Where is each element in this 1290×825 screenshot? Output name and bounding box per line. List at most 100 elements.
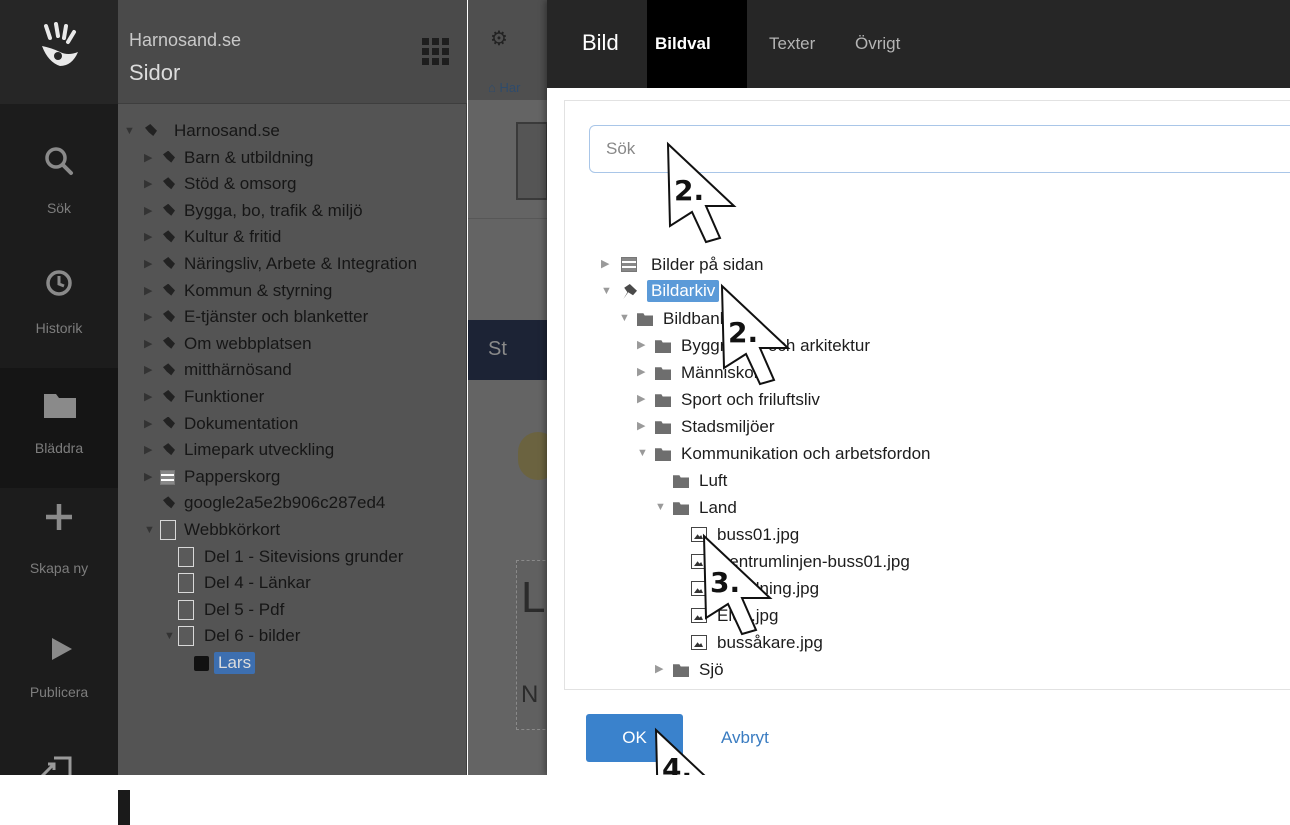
breadcrumb[interactable]: ⌂ Har [488, 80, 520, 95]
tree-item[interactable]: ▶ Sport och friluftsliv [565, 386, 1290, 413]
play-icon [52, 638, 72, 660]
crest-image [516, 122, 548, 200]
image-item[interactable]: buss01.jpg [565, 521, 1290, 548]
tree-item[interactable]: ▶ Bygga, bo, trafik & miljö [118, 198, 467, 225]
tree-item[interactable]: google2a5e2b906c287ed4 [118, 490, 467, 517]
section-name: Sidor [129, 60, 181, 85]
tree-item-selected[interactable]: Lars [118, 650, 467, 677]
tree-item[interactable]: ▼ Kommunikation och arbetsfordon [565, 440, 1290, 467]
rail-item-publish[interactable]: Publicera [0, 608, 118, 728]
tree-item[interactable]: ▶ Funktioner [118, 384, 467, 411]
page-tree-panel: Harnosand.se Sidor ▼ Harnosand.se ▶ Barn… [118, 0, 467, 775]
tree-item[interactable]: Del 5 - Pdf [118, 597, 467, 624]
tree-item[interactable]: ▼ Bildbank [565, 305, 1290, 332]
tree-item[interactable]: ▶ Näringsliv, Arbete & Integration [118, 251, 467, 278]
dialog-header: Bild Bildval Texter Övrigt [547, 0, 1290, 88]
tree-item-trash[interactable]: ▶ Papperskorg [118, 464, 467, 491]
image-item[interactable]: bussåkare.jpg [565, 629, 1290, 656]
page-icon [163, 283, 175, 299]
caret-right-icon[interactable]: ▶ [144, 357, 152, 383]
caret-down-icon[interactable]: ▼ [124, 118, 135, 144]
folder-icon [655, 340, 671, 353]
app-window: Sök Historik Bläddra Skapa ny Publicera … [0, 0, 1290, 775]
caret-down-icon[interactable]: ▼ [619, 305, 630, 332]
caret-right-icon[interactable]: ▶ [601, 251, 609, 278]
tree-item[interactable]: ▶ Bilder på sidan [565, 251, 1290, 278]
tree-item[interactable]: ▶ Sjö [565, 656, 1290, 683]
caret-right-icon[interactable]: ▶ [144, 437, 152, 463]
tree-item[interactable]: ▶ E-tjänster och blanketter [118, 304, 467, 331]
rail-item-history[interactable]: Historik [0, 224, 118, 344]
caret-right-icon[interactable]: ▶ [637, 413, 645, 440]
caret-down-icon[interactable]: ▼ [655, 494, 666, 521]
folder-icon [44, 394, 76, 418]
folder-icon [655, 394, 671, 407]
rail-item-label: Bläddra [34, 440, 84, 456]
plus-icon [46, 504, 72, 530]
page-icon [163, 150, 175, 166]
caret-right-icon[interactable]: ▶ [144, 384, 152, 410]
tab-texter[interactable]: Texter [769, 0, 815, 88]
history-icon [46, 270, 72, 296]
tree-item[interactable]: Del 4 - Länkar [118, 570, 467, 597]
caret-right-icon[interactable]: ▶ [144, 145, 152, 171]
caret-right-icon[interactable]: ▶ [637, 386, 645, 413]
caret-right-icon[interactable]: ▶ [144, 331, 152, 357]
hand-logo-icon [42, 22, 78, 66]
tree-item[interactable]: ▶ mitthärnösand [118, 357, 467, 384]
tree-item[interactable]: ▶ Kommun & styrning [118, 278, 467, 305]
tree-item[interactable]: ▶ Limepark utveckling [118, 437, 467, 464]
tree-item[interactable]: ▶ Om webbplatsen [118, 331, 467, 358]
caret-down-icon[interactable]: ▼ [144, 517, 155, 543]
app-grid-icon[interactable] [422, 38, 449, 65]
caret-right-icon[interactable]: ▶ [144, 198, 152, 224]
page-icon [163, 177, 175, 193]
tree-item-root[interactable]: ▼ Harnosand.se [118, 118, 467, 145]
caret-right-icon[interactable]: ▶ [144, 411, 152, 437]
site-name: Harnosand.se [129, 30, 242, 50]
image-tree: ▶ Bilder på sidan ▼ Bildarkiv ▼ Bildbank… [565, 251, 1290, 683]
caret-right-icon[interactable]: ▶ [144, 304, 152, 330]
tree-item[interactable]: ▼ Land [565, 494, 1290, 521]
tree-item[interactable]: ▼ Del 6 - bilder [118, 623, 467, 650]
tree-item[interactable]: ▶ Stadsmiljöer [565, 413, 1290, 440]
logout-icon[interactable] [40, 752, 74, 775]
caret-down-icon[interactable]: ▼ [164, 623, 175, 649]
caret-right-icon[interactable]: ▶ [144, 464, 152, 490]
annotation-step-2: 2. [664, 140, 740, 249]
tree-item[interactable]: Luft [565, 467, 1290, 494]
caret-right-icon[interactable]: ▶ [144, 251, 152, 277]
caret-right-icon[interactable]: ▶ [655, 656, 663, 683]
caret-right-icon[interactable]: ▶ [144, 224, 152, 250]
image-item[interactable]: Cykelning.jpg [565, 575, 1290, 602]
dialog-title: Bild [582, 30, 619, 55]
tab-bildval[interactable]: Bildval [647, 0, 747, 88]
tree-item-selected[interactable]: ▼ Bildarkiv [565, 278, 1290, 305]
tree-item[interactable]: Del 1 - Sitevisions grunder [118, 544, 467, 571]
tree-item[interactable]: ▶ Kultur & fritid [118, 224, 467, 251]
tree-item[interactable]: ▶ Människor [565, 359, 1290, 386]
rail-item-search[interactable]: Sök [0, 104, 118, 224]
settings-gear-icon[interactable]: ⚙ [490, 26, 512, 50]
tree-item[interactable]: ▶ Dokumentation [118, 411, 467, 438]
tree-item[interactable]: ▼ Webbkörkort [118, 517, 467, 544]
rail-item-create[interactable]: Skapa ny [0, 488, 118, 608]
tree-item[interactable]: ▶ Byggnader och arkitektur [565, 332, 1290, 359]
tab-ovrigt[interactable]: Övrigt [855, 0, 900, 88]
caret-right-icon[interactable]: ▶ [637, 359, 645, 386]
page-icon [163, 416, 175, 432]
caret-right-icon[interactable]: ▶ [144, 171, 152, 197]
tree-item[interactable]: ▶ Barn & utbildning [118, 145, 467, 172]
caret-down-icon[interactable]: ▼ [601, 278, 612, 305]
image-item[interactable]: Centrumlinjen-buss01.jpg [565, 548, 1290, 575]
caret-right-icon[interactable]: ▶ [637, 332, 645, 359]
preview-nav-bar: St [468, 320, 548, 380]
caret-right-icon[interactable]: ▶ [144, 278, 152, 304]
caret-down-icon[interactable]: ▼ [637, 440, 648, 467]
page-icon [163, 336, 175, 352]
image-item[interactable]: El01.jpg [565, 602, 1290, 629]
folder-icon [655, 367, 671, 380]
tree-item[interactable]: ▶ Stöd & omsorg [118, 171, 467, 198]
cancel-link[interactable]: Avbryt [721, 728, 769, 748]
rail-item-browse[interactable]: Bläddra [0, 368, 118, 488]
